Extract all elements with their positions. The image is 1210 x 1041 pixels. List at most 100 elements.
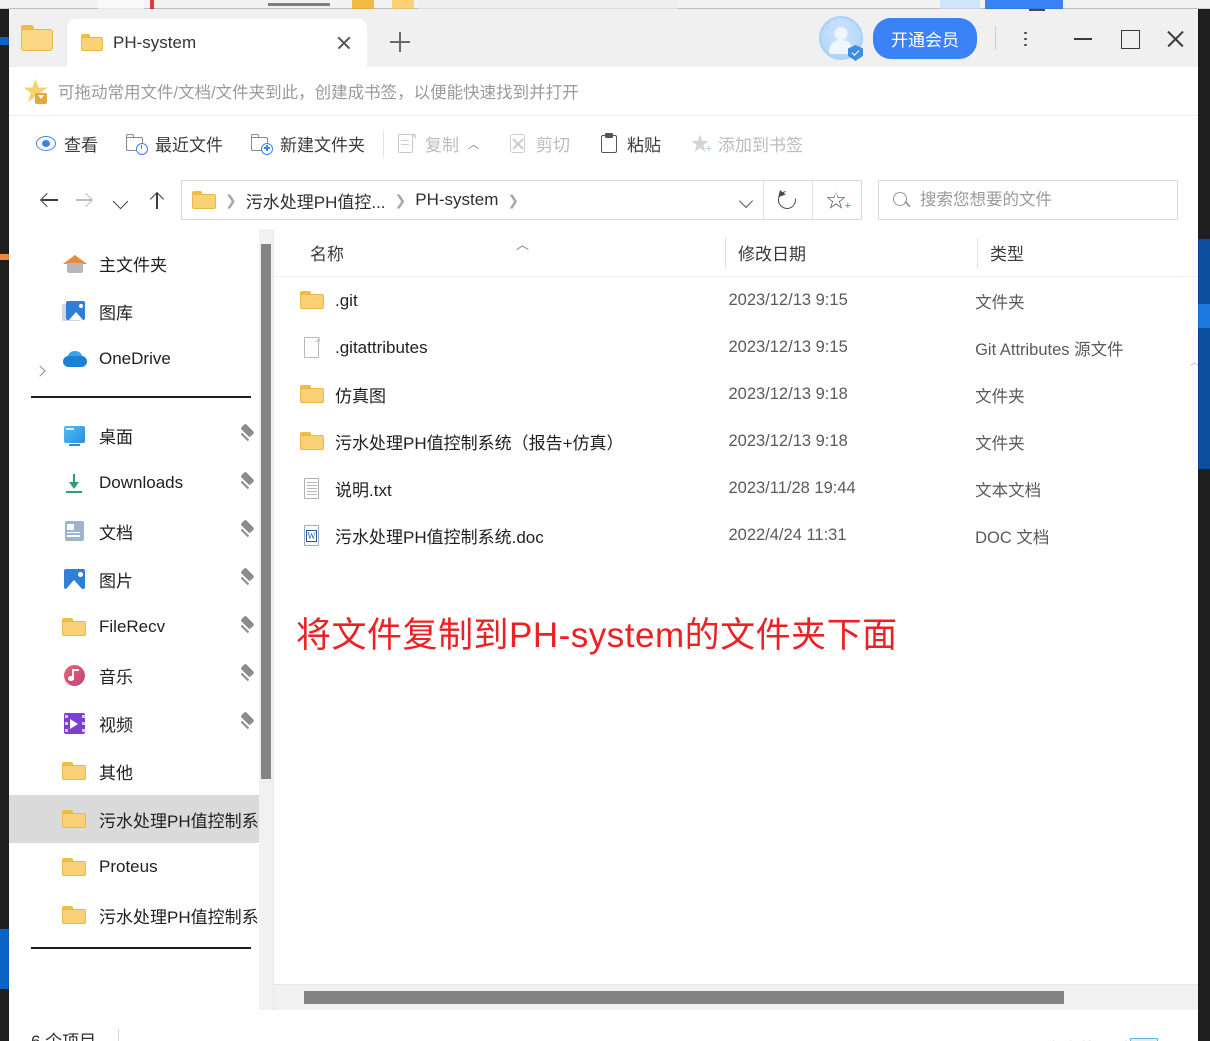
file-list: .git 2023/12/13 9:15 文件夹 .gitattributes …	[274, 277, 1198, 1010]
column-header-date[interactable]: 修改日期	[726, 229, 978, 277]
sidebar-item-gallery[interactable]: 图库	[9, 287, 273, 335]
sidebar-item-pictures[interactable]: 图片	[9, 555, 273, 603]
sidebar-scrollbar-track[interactable]	[259, 229, 273, 1010]
file-name-cell: .gitattributes	[274, 336, 716, 360]
pin-icon[interactable]	[237, 711, 259, 734]
sidebar-item-label: 污水处理PH值控制系	[99, 907, 259, 927]
sidebar-item-video[interactable]: 视频	[9, 699, 273, 747]
arrow-left-icon[interactable]	[31, 182, 67, 218]
search-icon	[893, 191, 910, 209]
close-icon[interactable]	[333, 32, 355, 54]
table-row[interactable]: W 污水处理PH值控制系统.doc 2022/4/24 11:31 DOC 文档	[274, 512, 1198, 559]
table-row[interactable]: 说明.txt 2023/11/28 19:44 文本文档	[274, 465, 1198, 512]
sidebar-divider	[31, 947, 251, 949]
bg-left-band-2	[0, 254, 9, 260]
sidebar-item-other[interactable]: 其他	[9, 747, 273, 795]
sidebar-scrollbar-thumb[interactable]	[261, 244, 271, 779]
folder-icon	[300, 383, 324, 407]
star-plus-icon[interactable]: +	[813, 181, 861, 219]
sidebar-item-ph-project-2[interactable]: 污水处理PH值控制系	[9, 891, 273, 939]
sidebar-item-label: Downloads	[99, 473, 184, 492]
file-date: 2022/4/24 11:31	[728, 526, 847, 544]
file-name-cell: .git	[274, 289, 716, 313]
status-divider	[118, 1029, 120, 1041]
close-icon[interactable]	[1152, 9, 1198, 67]
search-input[interactable]	[920, 190, 1177, 210]
recent-files-button[interactable]: 最近文件	[126, 131, 223, 156]
pin-icon[interactable]	[237, 663, 259, 686]
sidebar-item-documents[interactable]: 文档	[9, 507, 273, 555]
watermark-text: CSDN @小小侠刀手	[975, 1035, 1130, 1041]
titlebar-right-controls: 开通会员	[819, 9, 1198, 67]
sidebar-item-desktop[interactable]: 桌面	[9, 411, 273, 459]
sidebar-item-filerecv[interactable]: FileRecv	[9, 603, 273, 651]
table-row[interactable]: 污水处理PH值控制系统（报告+仿真） 2023/12/13 9:18 文件夹	[274, 418, 1198, 465]
column-header-name[interactable]: 名称	[274, 229, 726, 277]
file-pane-vertical-scrollbar[interactable]: ︿	[1188, 277, 1198, 988]
arrow-right-icon[interactable]	[67, 182, 103, 218]
sort-ascending-icon: ︿	[516, 237, 530, 252]
copy-button[interactable]: 复制 ︿	[396, 131, 479, 156]
arrow-up-icon[interactable]	[139, 182, 175, 218]
sidebar-item-home[interactable]: 主文件夹	[9, 239, 273, 287]
file-pane-horizontal-scrollbar[interactable]	[274, 984, 1198, 1010]
sidebar-item-downloads[interactable]: Downloads	[9, 459, 273, 507]
sidebar-divider	[31, 396, 251, 398]
pin-icon[interactable]	[237, 615, 259, 638]
new-folder-label: 新建文件夹	[280, 136, 365, 155]
avatar[interactable]	[819, 16, 863, 61]
column-header-row: 名称 修改日期 类型 ︿	[274, 229, 1198, 277]
horizontal-scrollbar-thumb[interactable]	[304, 991, 1064, 1004]
pin-icon[interactable]	[237, 423, 259, 446]
column-header-type[interactable]: 类型	[978, 229, 1178, 277]
new-tab-button[interactable]	[383, 25, 417, 59]
breadcrumb-item-current[interactable]: PH-system	[411, 188, 502, 212]
file-manager-window: PH-system 开通会员 可拖动常用文件/文档/文件夹到此，创建成书签，以便…	[9, 9, 1198, 1041]
command-toolbar: 查看 最近文件 新建文件夹 复制 ︿ 剪切 粘贴 + 添加到书签	[9, 116, 1198, 171]
pin-icon[interactable]	[237, 471, 259, 494]
sidebar-item-music[interactable]: 音乐	[9, 651, 273, 699]
video-icon	[62, 712, 88, 735]
vip-button[interactable]: 开通会员	[873, 17, 977, 59]
folder-icon	[62, 856, 88, 879]
table-row[interactable]: .git 2023/12/13 9:15 文件夹	[274, 277, 1198, 324]
view-button[interactable]: 查看	[35, 131, 98, 156]
file-name-cell: 说明.txt	[274, 476, 716, 501]
file-type: 文本文档	[975, 481, 1042, 500]
paste-button[interactable]: 粘贴	[598, 131, 661, 156]
chevron-down-icon[interactable]	[103, 182, 139, 218]
download-icon	[62, 472, 88, 495]
sidebar-item-ph-project-selected[interactable]: 污水处理PH值控制系	[9, 795, 273, 843]
cut-button[interactable]: 剪切	[507, 131, 570, 156]
pin-icon[interactable]	[237, 519, 259, 542]
pin-icon[interactable]	[237, 567, 259, 590]
add-bookmark-button[interactable]: + 添加到书签	[689, 131, 803, 156]
bg-right-band-1	[1198, 239, 1210, 469]
paste-label: 粘贴	[627, 136, 661, 155]
bg-right-band-2	[1198, 304, 1210, 328]
sidebar-item-label: 污水处理PH值控制系	[99, 811, 259, 831]
file-type: 文件夹	[975, 387, 1025, 406]
file-type: 文件夹	[975, 293, 1025, 312]
window-body: 主文件夹 图库 OneDrive 桌面 Downloads 文档 图片 File…	[9, 229, 1198, 1010]
file-type: DOC 文档	[975, 528, 1050, 547]
hamburger-menu-icon[interactable]	[1014, 9, 1060, 67]
minimize-icon[interactable]	[1060, 9, 1106, 67]
bg-left-band-3	[0, 929, 9, 989]
sidebar-item-label: 文档	[99, 523, 133, 543]
table-row[interactable]: 仿真图 2023/12/13 9:18 文件夹	[274, 371, 1198, 418]
sidebar-item-onedrive[interactable]: OneDrive	[9, 335, 273, 383]
red-annotation-text: 将文件复制到PH-system的文件夹下面	[296, 616, 898, 655]
chevron-down-icon[interactable]	[729, 181, 763, 219]
bookmark-bar[interactable]: 可拖动常用文件/文档/文件夹到此，创建成书签，以便能快速找到并打开	[9, 67, 1198, 116]
address-bar[interactable]: ❯ 污水处理PH值控... ❯ PH-system ❯ +	[181, 180, 862, 220]
refresh-icon[interactable]	[764, 181, 812, 219]
table-row[interactable]: .gitattributes 2023/12/13 9:15 Git Attri…	[274, 324, 1198, 371]
add-bookmark-label: 添加到书签	[718, 136, 803, 155]
sidebar-item-proteus[interactable]: Proteus	[9, 843, 273, 891]
breadcrumb-item-parent[interactable]: 污水处理PH值控...	[242, 186, 390, 215]
search-box[interactable]	[878, 180, 1178, 220]
new-folder-button[interactable]: 新建文件夹	[251, 131, 365, 156]
tab-ph-system[interactable]: PH-system	[67, 19, 367, 67]
maximize-icon[interactable]	[1106, 9, 1152, 67]
